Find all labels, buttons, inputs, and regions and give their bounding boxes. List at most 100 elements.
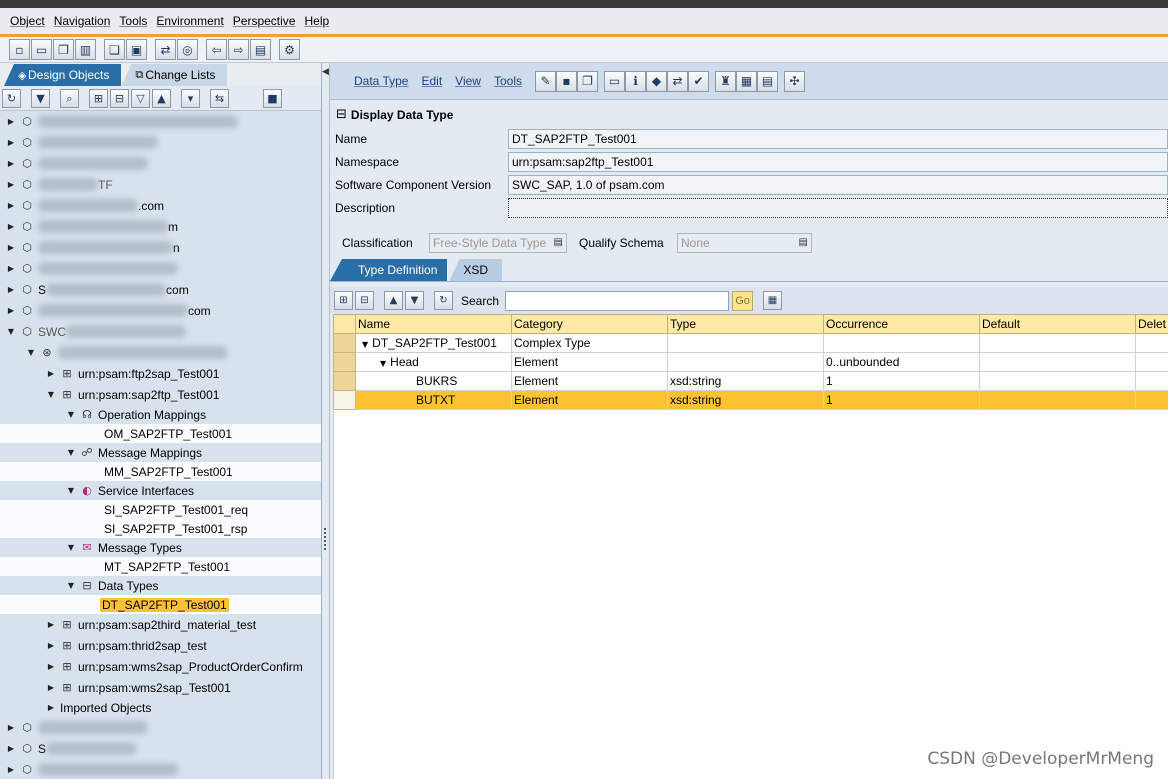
menu-tools[interactable]: Tools [119, 14, 147, 28]
history-icon[interactable]: ▤ [250, 39, 271, 60]
tree-node[interactable]: ▶ ⬡ com [0, 300, 321, 321]
tree-node[interactable]: ▶ ⬡ Scom [0, 279, 321, 300]
delete-row-icon[interactable]: ⊟ [355, 291, 374, 310]
cell-delete[interactable] [1135, 333, 1168, 353]
filter2-icon[interactable]: ▽ [131, 88, 150, 108]
cell-name[interactable]: ▼ Head [355, 352, 512, 372]
menu-object[interactable]: Object [10, 14, 45, 28]
check-icon[interactable]: ✔ [687, 70, 709, 92]
menu-edit[interactable]: Edit [421, 74, 442, 88]
tab-change-lists[interactable]: ⧉ Change Lists [121, 64, 228, 86]
scroll-icon[interactable]: ▤ [756, 70, 778, 92]
edit-pencil-icon[interactable]: ✎ [534, 70, 556, 92]
scv-field[interactable]: SWC_SAP, 1.0 of psam.com [508, 175, 1168, 195]
menu-help[interactable]: Help [304, 14, 329, 28]
expand-arrow-icon[interactable]: ▼ [380, 359, 386, 368]
splitter-grip-icon[interactable] [324, 528, 327, 550]
panel-splitter[interactable]: ◀ [322, 63, 330, 779]
forward-icon[interactable]: ⇨ [228, 39, 249, 60]
delete-icon[interactable]: ▥ [75, 39, 96, 60]
tree-folder-message-types[interactable]: ▼ ✉ Message Types [0, 538, 321, 557]
namespace-field[interactable]: urn:psam:sap2ftp_Test001 [508, 152, 1168, 172]
name-field[interactable]: DT_SAP2FTP_Test001 [508, 129, 1168, 149]
filter-icon[interactable]: ▼ [31, 88, 50, 108]
layout-icon[interactable]: ▦ [763, 291, 783, 310]
expand-arrow-icon[interactable]: ▼ [362, 340, 368, 349]
cell-name[interactable]: ▼ DT_SAP2FTP_Test001 [355, 333, 512, 353]
cell-delete[interactable] [1135, 352, 1168, 372]
move-up-icon[interactable]: ▲ [384, 291, 403, 310]
cell-type[interactable] [667, 333, 824, 353]
tree-leaf-dt-selected[interactable]: DT_SAP2FTP_Test001 [0, 595, 321, 614]
cell-name[interactable]: BUKRS [355, 371, 512, 391]
column-header-category[interactable]: Category [511, 314, 668, 334]
refresh-icon[interactable]: ↻ [434, 291, 453, 310]
search-input[interactable] [505, 290, 730, 311]
tree-node[interactable]: ▶ ⬡ S [0, 738, 321, 759]
cell-category[interactable]: Element [511, 390, 668, 410]
table-row[interactable]: ▼ Head Element 0..unbounded [333, 352, 1168, 372]
tree-leaf-mm[interactable]: MM_SAP2FTP_Test001 [0, 462, 321, 481]
cell-category[interactable]: Complex Type [511, 333, 668, 353]
tree-leaf-om[interactable]: OM_SAP2FTP_Test001 [0, 424, 321, 443]
column-header-name[interactable]: Name [355, 314, 512, 334]
cell-delete[interactable] [1135, 390, 1168, 410]
tree-namespace-thrid2sap[interactable]: ▶ ⊞ urn:psam:thrid2sap_test [0, 635, 321, 656]
description-field[interactable] [508, 198, 1168, 218]
cell-default[interactable] [979, 371, 1136, 391]
row-selector[interactable] [333, 352, 356, 372]
refresh-icon[interactable]: ↻ [2, 88, 21, 108]
open-folder-icon[interactable]: ▭ [31, 39, 52, 60]
tree-leaf-si-rsp[interactable]: SI_SAP2FTP_Test001_rsp [0, 519, 321, 538]
insert-row-icon[interactable]: ⊞ [334, 291, 353, 310]
row-selector[interactable] [333, 390, 356, 410]
new-icon[interactable]: ▫ [9, 39, 30, 60]
tree-node[interactable]: ▶ ⬡ [0, 759, 321, 779]
table-row-selected[interactable]: BUTXT Element xsd:string 1 [333, 390, 1168, 410]
tree-node[interactable]: ▶ ⬡ [0, 153, 321, 174]
cell-name[interactable]: BUTXT [355, 390, 512, 410]
table-row[interactable]: ▼ DT_SAP2FTP_Test001 Complex Type [333, 333, 1168, 353]
tree-namespace-wms2sap-poc[interactable]: ▶ ⊞ urn:psam:wms2sap_ProductOrderConfirm [0, 656, 321, 677]
binoculars-icon[interactable]: ⌕ [60, 88, 79, 108]
collapse-arrow-icon[interactable]: ◀ [322, 67, 329, 77]
expand-icon[interactable]: ⊞ [89, 88, 108, 108]
cell-type[interactable]: xsd:string [667, 371, 824, 391]
collapse-icon[interactable]: ⊟ [110, 88, 129, 108]
up-icon[interactable]: ▲ [152, 88, 171, 108]
tree-leaf-si-req[interactable]: SI_SAP2FTP_Test001_req [0, 500, 321, 519]
tree-node-swc-sap[interactable]: ▼ ⬡ SWC [0, 321, 321, 342]
print-icon[interactable]: ▭ [603, 70, 625, 92]
tree-folder-service-interfaces[interactable]: ▼ ◐ Service Interfaces [0, 481, 321, 500]
cell-type[interactable] [667, 352, 824, 372]
tree-folder-message-mappings[interactable]: ▼ ☍ Message Mappings [0, 443, 321, 462]
row-selector[interactable] [333, 371, 356, 391]
copy-object-icon[interactable]: ❏ [104, 39, 125, 60]
tree-node[interactable]: ▶ ⬡ n [0, 237, 321, 258]
menu-navigation[interactable]: Navigation [54, 14, 111, 28]
tree-node[interactable]: ▶ ⬡ TF [0, 174, 321, 195]
tree-node-swc-version[interactable]: ▼ ⊛ [0, 342, 321, 363]
cell-category[interactable]: Element [511, 352, 668, 372]
qualify-schema-select[interactable]: None ▤ [677, 233, 812, 253]
info-icon[interactable]: ℹ [624, 70, 646, 92]
cell-category[interactable]: Element [511, 371, 668, 391]
cell-occurrence[interactable] [823, 333, 980, 353]
cell-delete[interactable] [1135, 371, 1168, 391]
tree-folder-data-types[interactable]: ▼ ⊟ Data Types [0, 576, 321, 595]
network-icon[interactable]: ✣ [783, 70, 805, 92]
back-icon[interactable]: ⇦ [206, 39, 227, 60]
where-used-icon[interactable]: ◎ [177, 39, 198, 60]
tab-type-definition[interactable]: Type Definition [330, 259, 448, 281]
tree-node[interactable]: ▶ ⬡ .com [0, 195, 321, 216]
hierarchy-icon[interactable]: ⇄ [666, 70, 688, 92]
tree-node[interactable]: ▶ ⬡ [0, 258, 321, 279]
hat-icon[interactable]: ♜ [714, 70, 736, 92]
tree-namespace-sap2third[interactable]: ▶ ⊞ urn:psam:sap2third_material_test [0, 614, 321, 635]
cell-default[interactable] [979, 352, 1136, 372]
tree-leaf-mt[interactable]: MT_SAP2FTP_Test001 [0, 557, 321, 576]
save-icon[interactable]: ▪ [555, 70, 577, 92]
menu-environment[interactable]: Environment [156, 14, 223, 28]
tree-namespace-wms2sap-test[interactable]: ▶ ⊞ urn:psam:wms2sap_Test001 [0, 677, 321, 698]
row-selector[interactable] [333, 333, 356, 353]
